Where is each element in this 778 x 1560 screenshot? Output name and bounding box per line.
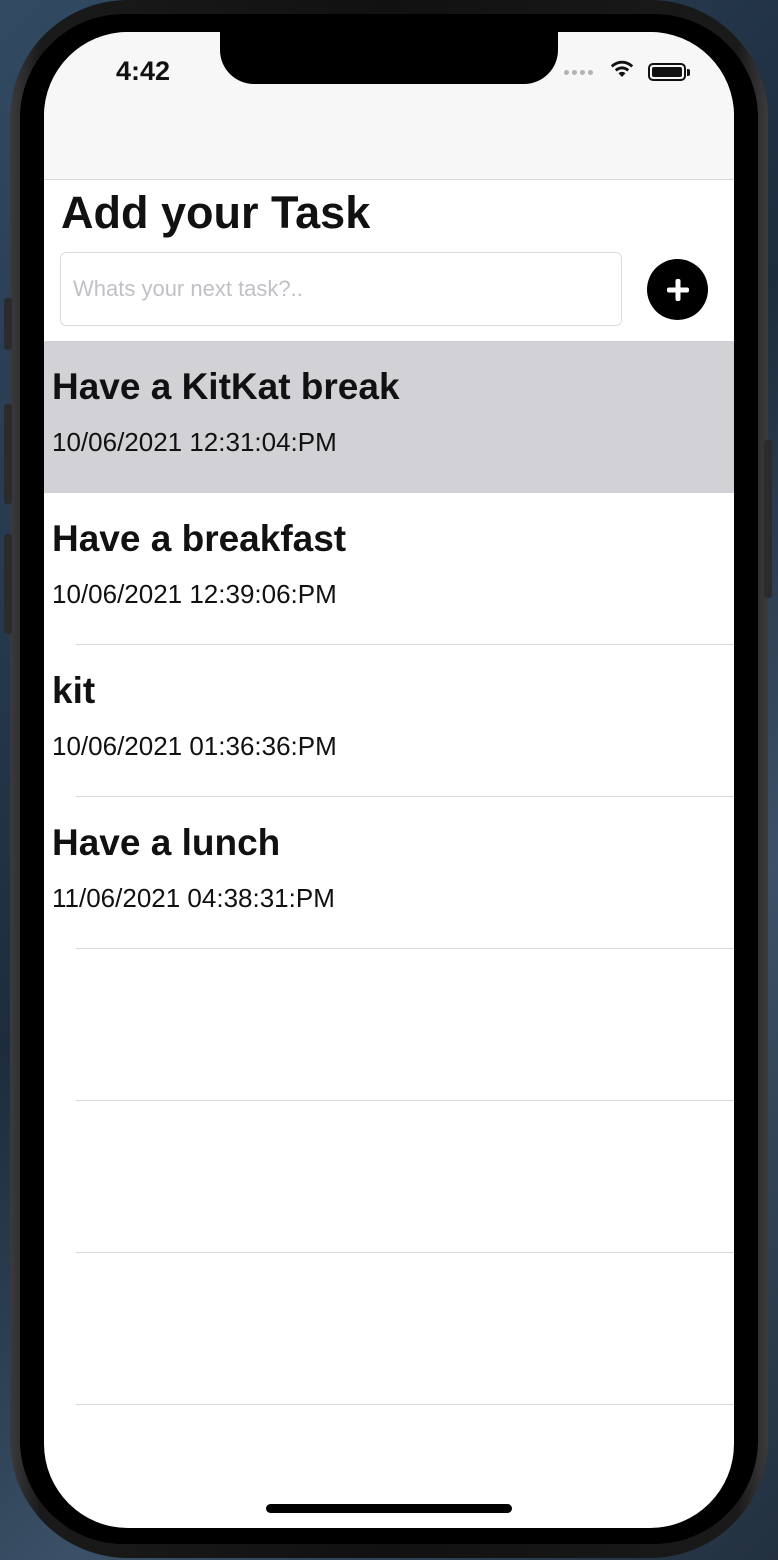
silent-switch (4, 298, 12, 350)
battery-icon (648, 63, 690, 81)
navigation-bar: 4:42 (44, 32, 734, 180)
status-bar-icons (564, 58, 694, 84)
task-row[interactable]: Have a breakfast 10/06/2021 12:39:06:PM (44, 493, 734, 645)
row-separator (76, 1404, 734, 1405)
task-title: Have a KitKat break (52, 366, 400, 407)
task-date: 10/06/2021 12:39:06:PM (52, 579, 337, 609)
home-indicator[interactable] (266, 1504, 512, 1513)
page-title: Add your Task (61, 187, 371, 238)
task-title: kit (52, 670, 96, 711)
volume-up-button (4, 404, 12, 504)
app-screen: 4:42 Add your Task Have a KitKat (44, 32, 734, 1528)
task-title: Have a breakfast (52, 518, 347, 559)
empty-row (44, 1253, 734, 1405)
task-row[interactable]: Have a lunch 11/06/2021 04:38:31:PM (44, 797, 734, 949)
task-row[interactable]: Have a KitKat break 10/06/2021 12:31:04:… (44, 341, 734, 493)
task-list: Have a KitKat break 10/06/2021 12:31:04:… (44, 341, 734, 1405)
cellular-signal-icon (564, 70, 593, 75)
task-input[interactable] (60, 252, 622, 326)
task-date: 11/06/2021 04:38:31:PM (52, 883, 335, 913)
empty-row (44, 1101, 734, 1253)
task-title: Have a lunch (52, 822, 281, 863)
device-notch (220, 32, 558, 84)
power-button (764, 440, 772, 598)
wifi-icon (610, 60, 634, 77)
task-date: 10/06/2021 12:31:04:PM (52, 427, 337, 457)
volume-down-button (4, 534, 12, 634)
plus-icon (666, 278, 689, 301)
empty-row (44, 949, 734, 1101)
add-task-button[interactable] (647, 259, 708, 320)
status-bar-time: 4:42 (116, 56, 171, 86)
task-row[interactable]: kit 10/06/2021 01:36:36:PM (44, 645, 734, 797)
task-date: 10/06/2021 01:36:36:PM (52, 731, 337, 761)
